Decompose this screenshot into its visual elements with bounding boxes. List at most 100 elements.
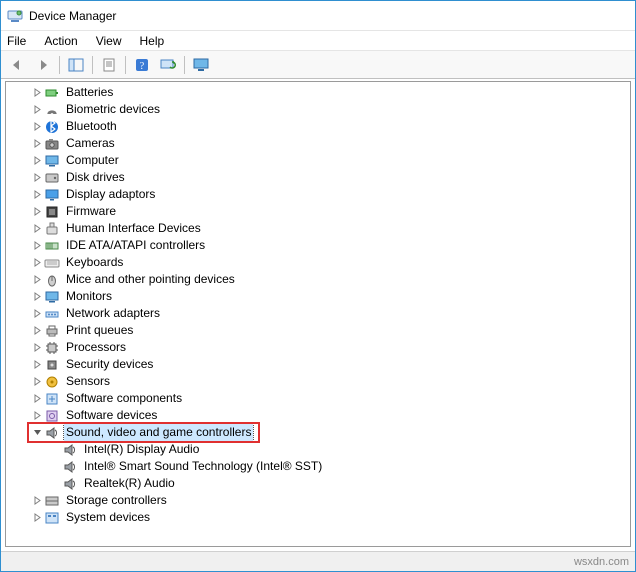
tree-item-label: Mice and other pointing devices	[64, 271, 237, 288]
chevron-down-icon[interactable]	[30, 428, 44, 437]
menu-help[interactable]: Help	[140, 34, 165, 48]
tree-item-label: Biometric devices	[64, 101, 162, 118]
tree-item-label: Keyboards	[64, 254, 125, 271]
tree-item[interactable]: Sensors	[6, 373, 630, 390]
chevron-right-icon[interactable]	[30, 88, 44, 97]
tree-item-label: Storage controllers	[64, 492, 169, 509]
chevron-right-icon[interactable]	[30, 326, 44, 335]
chevron-right-icon[interactable]	[30, 309, 44, 318]
chevron-right-icon[interactable]	[30, 207, 44, 216]
chevron-right-icon[interactable]	[30, 190, 44, 199]
tree-item[interactable]: Batteries	[6, 84, 630, 101]
chevron-right-icon[interactable]	[30, 377, 44, 386]
tree-item-label: Cameras	[64, 135, 117, 152]
tree-item[interactable]: Biometric devices	[6, 101, 630, 118]
tree-item[interactable]: Display adaptors	[6, 186, 630, 203]
tree-item[interactable]: Disk drives	[6, 169, 630, 186]
tree-item[interactable]: Firmware	[6, 203, 630, 220]
tree-item[interactable]: Intel® Smart Sound Technology (Intel® SS…	[6, 458, 630, 475]
biometric-icon	[44, 102, 60, 118]
chevron-right-icon[interactable]	[30, 513, 44, 522]
tree-item-label: System devices	[64, 509, 152, 526]
chevron-right-icon[interactable]	[30, 105, 44, 114]
sound-icon	[62, 459, 78, 475]
tree-item[interactable]: System devices	[6, 509, 630, 526]
back-button[interactable]	[5, 54, 29, 76]
sensor-icon	[44, 374, 60, 390]
tree-item[interactable]: Mice and other pointing devices	[6, 271, 630, 288]
device-tree-panel: BatteriesBiometric devicesBluetoothCamer…	[5, 81, 631, 547]
hid-icon	[44, 221, 60, 237]
show-hide-tree-button[interactable]	[64, 54, 88, 76]
tree-item[interactable]: Storage controllers	[6, 492, 630, 509]
tree-item[interactable]: Computer	[6, 152, 630, 169]
tree-item[interactable]: Cameras	[6, 135, 630, 152]
tree-item[interactable]: Sound, video and game controllers	[6, 424, 630, 441]
chevron-right-icon[interactable]	[30, 122, 44, 131]
device-tree[interactable]: BatteriesBiometric devicesBluetoothCamer…	[6, 82, 630, 528]
watermark-text: wsxdn.com	[574, 556, 629, 568]
storage-icon	[44, 493, 60, 509]
menu-view[interactable]: View	[96, 34, 122, 48]
computer-icon	[44, 153, 60, 169]
tree-item-label: IDE ATA/ATAPI controllers	[64, 237, 207, 254]
tree-item[interactable]: Network adapters	[6, 305, 630, 322]
tree-item-label: Monitors	[64, 288, 114, 305]
tree-item[interactable]: Print queues	[6, 322, 630, 339]
tree-item-label: Intel(R) Display Audio	[82, 441, 201, 458]
help-icon: ?	[135, 58, 149, 72]
chevron-right-icon[interactable]	[30, 139, 44, 148]
tree-item[interactable]: Software components	[6, 390, 630, 407]
properties-button[interactable]	[97, 54, 121, 76]
tree-item[interactable]: Realtek(R) Audio	[6, 475, 630, 492]
tree-item-label: Human Interface Devices	[64, 220, 203, 237]
menu-bar: File Action View Help	[1, 31, 635, 51]
tree-item-label: Batteries	[64, 84, 115, 101]
tree-item-label: Sensors	[64, 373, 112, 390]
forward-button[interactable]	[31, 54, 55, 76]
window-title: Device Manager	[29, 9, 116, 23]
chevron-right-icon[interactable]	[30, 360, 44, 369]
back-arrow-icon	[10, 58, 24, 72]
tree-item[interactable]: Monitors	[6, 288, 630, 305]
scan-hardware-icon	[160, 58, 176, 72]
tree-item[interactable]: Human Interface Devices	[6, 220, 630, 237]
tree-item[interactable]: Security devices	[6, 356, 630, 373]
app-icon	[7, 8, 23, 24]
toolbar: ?	[1, 51, 635, 79]
menu-action[interactable]: Action	[44, 34, 77, 48]
help-button[interactable]: ?	[130, 54, 154, 76]
status-bar: wsxdn.com	[1, 551, 635, 571]
chevron-right-icon[interactable]	[30, 343, 44, 352]
tree-item[interactable]: Software devices	[6, 407, 630, 424]
chevron-right-icon[interactable]	[30, 173, 44, 182]
title-bar: Device Manager	[1, 1, 635, 31]
tree-item[interactable]: IDE ATA/ATAPI controllers	[6, 237, 630, 254]
chevron-right-icon[interactable]	[30, 394, 44, 403]
scan-hardware-button[interactable]	[156, 54, 180, 76]
display-icon	[44, 187, 60, 203]
cpu-icon	[44, 340, 60, 356]
firmware-icon	[44, 204, 60, 220]
tree-item[interactable]: Keyboards	[6, 254, 630, 271]
printer-icon	[44, 323, 60, 339]
tree-item[interactable]: Bluetooth	[6, 118, 630, 135]
chevron-right-icon[interactable]	[30, 292, 44, 301]
menu-file[interactable]: File	[7, 34, 26, 48]
chevron-right-icon[interactable]	[30, 411, 44, 420]
bluetooth-icon	[44, 119, 60, 135]
camera-icon	[44, 136, 60, 152]
tree-item-label: Security devices	[64, 356, 155, 373]
monitor-button[interactable]	[189, 54, 213, 76]
chevron-right-icon[interactable]	[30, 241, 44, 250]
chevron-right-icon[interactable]	[30, 258, 44, 267]
chevron-right-icon[interactable]	[30, 275, 44, 284]
properties-icon	[102, 58, 116, 72]
chevron-right-icon[interactable]	[30, 496, 44, 505]
tree-item[interactable]: Processors	[6, 339, 630, 356]
tree-item-label: Display adaptors	[64, 186, 157, 203]
chevron-right-icon[interactable]	[30, 224, 44, 233]
tree-item[interactable]: Intel(R) Display Audio	[6, 441, 630, 458]
ide-icon	[44, 238, 60, 254]
chevron-right-icon[interactable]	[30, 156, 44, 165]
